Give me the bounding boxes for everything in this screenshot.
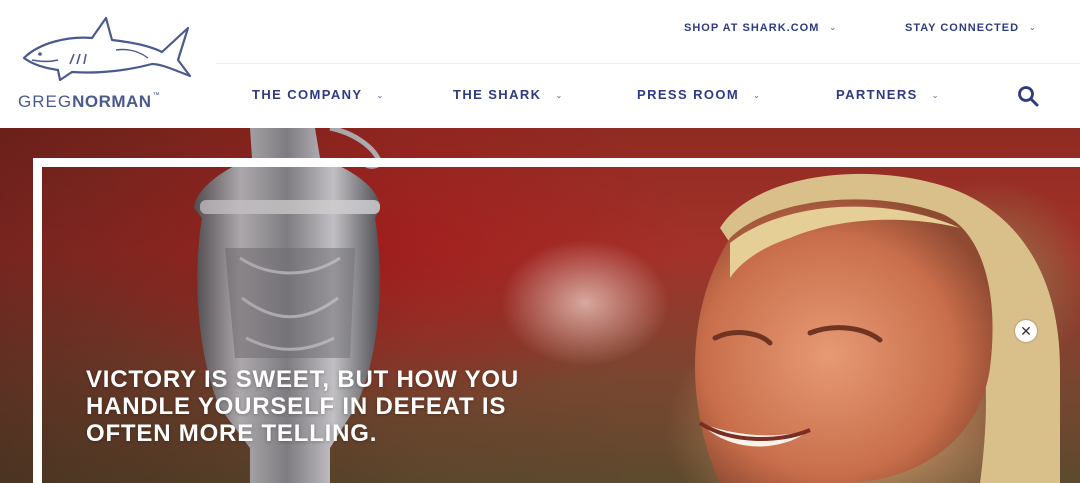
site-header: GREGNORMAN™ SHOP AT SHARK.COM ⌄ STAY CONN… (0, 0, 1080, 128)
chevron-down-icon: ⌄ (753, 91, 762, 100)
nav-the-company[interactable]: THE COMPANY ⌄ (252, 87, 385, 102)
top-nav-shop[interactable]: SHOP AT SHARK.COM ⌄ (684, 22, 837, 34)
chevron-down-icon: ⌄ (1029, 23, 1037, 32)
logo-name-light: GREG (18, 92, 73, 111)
top-nav-stay-connected-label: STAY CONNECTED (905, 22, 1020, 34)
chevron-down-icon: ⌄ (931, 91, 940, 100)
logo-wordmark: GREGNORMAN™ (18, 92, 161, 112)
logo-name-bold: NORMAN (72, 92, 152, 111)
search-button[interactable] (1016, 84, 1040, 108)
greg-norman-logo[interactable]: GREGNORMAN™ (14, 14, 204, 114)
top-nav-shop-label: SHOP AT SHARK.COM (684, 22, 820, 34)
logo-trademark: ™ (152, 92, 161, 99)
shark-logo-icon (22, 16, 192, 82)
nav-press-room-label: PRESS ROOM (637, 87, 740, 102)
hero-banner: VICTORY IS SWEET, BUT HOW YOU HANDLE YOU… (0, 128, 1080, 483)
top-nav-stay-connected[interactable]: STAY CONNECTED ⌄ (905, 22, 1037, 34)
close-icon[interactable]: ✕ (1015, 320, 1037, 342)
nav-the-company-label: THE COMPANY (252, 87, 363, 102)
nav-partners-label: PARTNERS (836, 87, 918, 102)
nav-press-room[interactable]: PRESS ROOM ⌄ (637, 87, 761, 102)
nav-partners[interactable]: PARTNERS ⌄ (836, 87, 940, 102)
nav-the-shark-label: THE SHARK (453, 87, 542, 102)
header-divider (216, 63, 1080, 64)
search-icon (1018, 86, 1039, 107)
chevron-down-icon: ⌄ (555, 91, 564, 100)
chevron-down-icon: ⌄ (376, 91, 385, 100)
chevron-down-icon: ⌄ (829, 23, 838, 32)
nav-the-shark[interactable]: THE SHARK ⌄ (453, 87, 564, 102)
hero-quote: VICTORY IS SWEET, BUT HOW YOU HANDLE YOU… (86, 366, 520, 447)
